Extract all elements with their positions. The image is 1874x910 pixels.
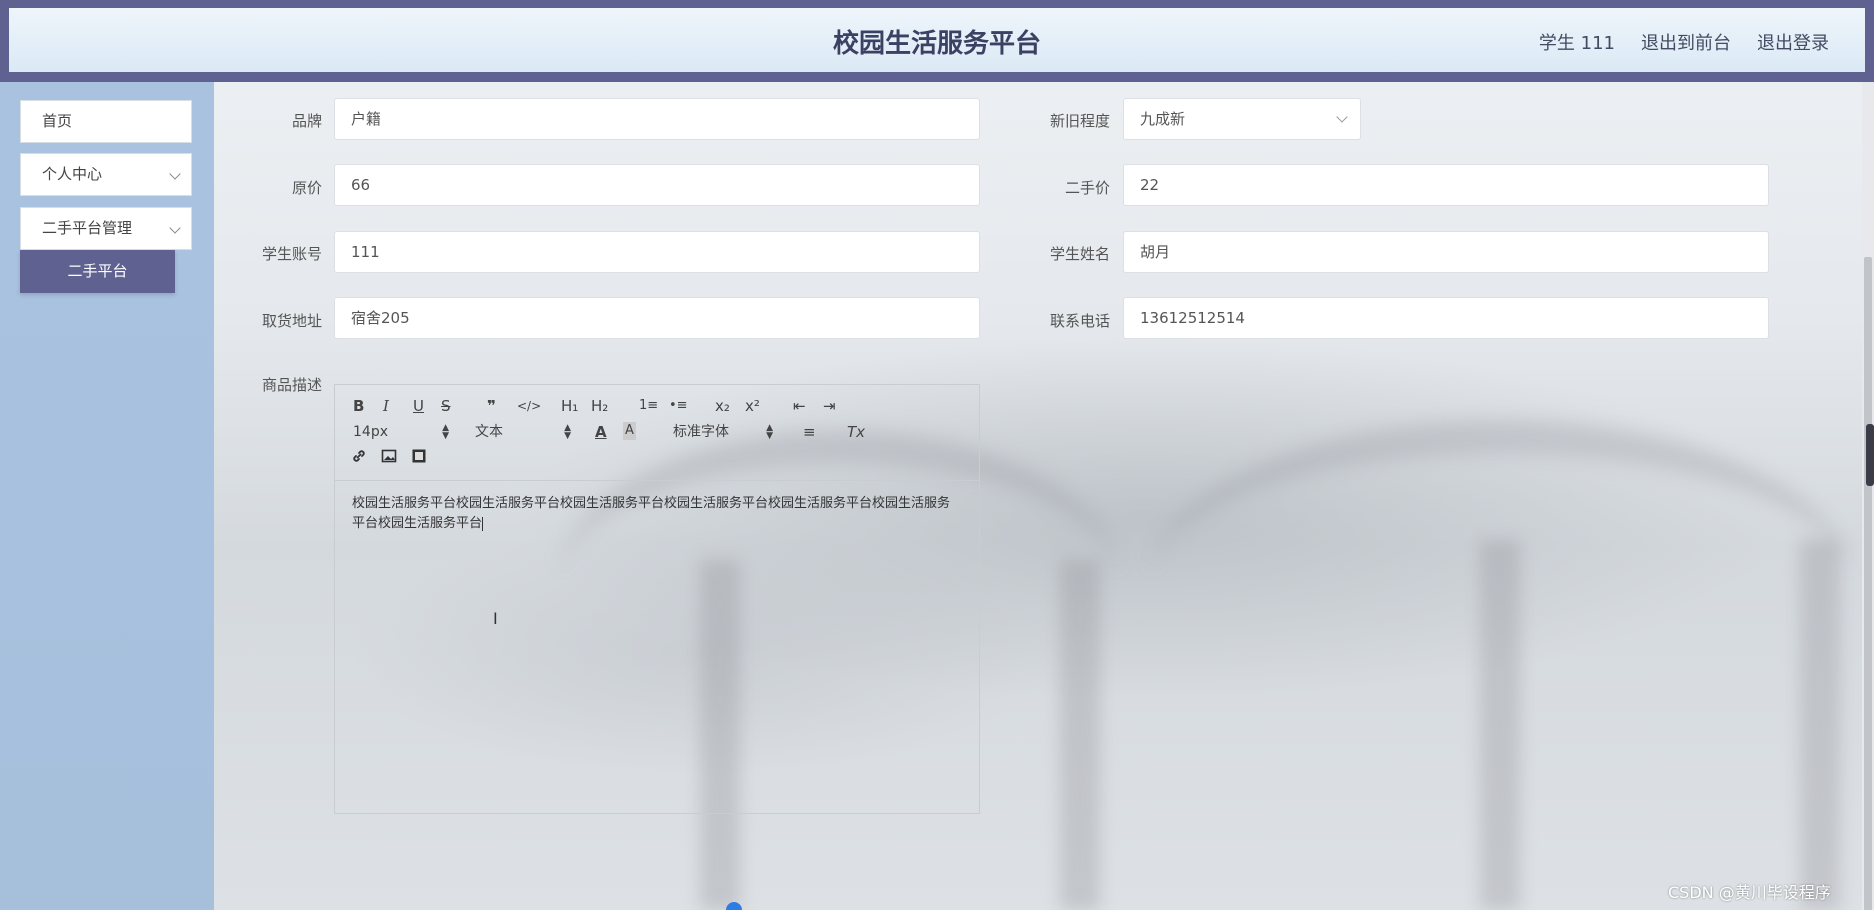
description-text: 校园生活服务平台校园生活服务平台校园生活服务平台校园生活服务平台校园生活服务平台…: [352, 496, 951, 531]
student-name-label: 学生姓名: [1049, 245, 1110, 263]
phone-label: 联系电话: [1049, 312, 1110, 330]
sidebar-item-label: 首页: [42, 112, 73, 130]
sidebar-item-secondhand-management[interactable]: 二手平台管理: [20, 207, 192, 250]
text-caret: [482, 516, 484, 531]
used-price-input[interactable]: 22: [1123, 164, 1769, 206]
watermark: CSDN @黄川毕设程序: [1668, 883, 1831, 902]
logout-link[interactable]: 退出登录: [1757, 29, 1829, 55]
indent-icon[interactable]: ⇥: [823, 396, 836, 416]
rich-text-editor: B I U S ❞ </> H₁ H₂ 1≡ •≡ x₂ x² ⇤ ⇥ 14px…: [334, 384, 980, 814]
ordered-list-icon[interactable]: 1≡: [639, 396, 658, 416]
used-price-label: 二手价: [1064, 179, 1110, 197]
user-label[interactable]: 学生 111: [1539, 29, 1615, 55]
chevron-down-icon: [1336, 111, 1348, 123]
brand-input[interactable]: 户籍: [334, 98, 980, 140]
chevron-down-icon: [169, 168, 181, 180]
student-account-label: 学生账号: [261, 245, 322, 263]
condition-label: 新旧程度: [1049, 112, 1110, 130]
sidebar-item-home[interactable]: 首页: [20, 100, 192, 143]
back-to-front-link[interactable]: 退出到前台: [1641, 29, 1731, 55]
outdent-icon[interactable]: ⇤: [793, 396, 806, 416]
superscript-button[interactable]: x²: [745, 396, 760, 416]
italic-button[interactable]: I: [383, 396, 389, 416]
bullet-list-icon[interactable]: •≡: [669, 396, 688, 416]
top-bar: 校园生活服务平台 学生 111 退出到前台 退出登录: [0, 0, 1874, 82]
select-arrows-icon: ▲ ▼: [766, 423, 773, 441]
sidebar: 首页 个人中心 二手平台管理 二手平台: [0, 82, 214, 910]
font-size-value: 14px: [353, 424, 388, 440]
select-arrows-icon: ▲ ▼: [442, 423, 449, 441]
underline-button[interactable]: U: [413, 396, 424, 416]
student-name-input[interactable]: 胡月: [1123, 231, 1769, 273]
font-color-icon[interactable]: A: [595, 422, 607, 442]
link-icon[interactable]: [351, 448, 367, 468]
pickup-address-label: 取货地址: [261, 312, 322, 330]
chevron-down-icon: [169, 222, 181, 234]
condition-select[interactable]: 九成新: [1123, 98, 1361, 140]
block-type-select[interactable]: 文本 ▲ ▼: [475, 422, 571, 442]
sidebar-subitem-secondhand[interactable]: 二手平台: [20, 250, 175, 293]
font-family-value: 标准字体: [673, 424, 729, 440]
image-icon[interactable]: [381, 448, 397, 468]
scroll-indicator: [1866, 424, 1874, 486]
select-arrows-icon: ▲ ▼: [564, 423, 571, 441]
phone-input[interactable]: 13612512514: [1123, 297, 1769, 339]
align-icon[interactable]: ≡: [803, 422, 816, 442]
bold-button[interactable]: B: [353, 396, 364, 416]
original-price-label: 原价: [291, 179, 322, 197]
clean-format-icon[interactable]: Tx: [847, 422, 865, 442]
original-price-input[interactable]: 66: [334, 164, 980, 206]
strike-button[interactable]: S: [441, 396, 451, 416]
h2-button[interactable]: H₂: [591, 396, 608, 416]
page-scrollbar[interactable]: [1862, 82, 1874, 910]
h1-button[interactable]: H₁: [561, 396, 578, 416]
student-account-input[interactable]: 111: [334, 231, 980, 273]
sidebar-item-label: 二手平台管理: [42, 219, 133, 237]
background-color-icon[interactable]: A: [623, 422, 636, 440]
sidebar-item-personal-center[interactable]: 个人中心: [20, 153, 192, 196]
pickup-address-input[interactable]: 宿舍205: [334, 297, 980, 339]
description-content[interactable]: 校园生活服务平台校园生活服务平台校园生活服务平台校园生活服务平台校园生活服务平台…: [352, 494, 962, 534]
font-family-select[interactable]: 标准字体 ▲ ▼: [673, 422, 773, 442]
video-icon[interactable]: [411, 448, 427, 468]
quote-icon[interactable]: ❞: [487, 396, 496, 416]
brand-label: 品牌: [291, 112, 322, 130]
sidebar-item-label: 个人中心: [42, 165, 103, 183]
header-links: 学生 111 退出到前台 退出登录: [1539, 29, 1829, 55]
text-cursor-icon: I: [493, 609, 498, 628]
scrollbar-thumb[interactable]: [1864, 257, 1872, 910]
font-size-select[interactable]: 14px ▲ ▼: [353, 422, 449, 442]
code-icon[interactable]: </>: [517, 396, 541, 416]
description-label: 商品描述: [261, 376, 322, 394]
subscript-button[interactable]: x₂: [715, 396, 730, 416]
editor-toolbar: B I U S ❞ </> H₁ H₂ 1≡ •≡ x₂ x² ⇤ ⇥ 14px…: [335, 385, 979, 481]
condition-value: 九成新: [1140, 110, 1186, 128]
block-type-value: 文本: [475, 424, 503, 440]
